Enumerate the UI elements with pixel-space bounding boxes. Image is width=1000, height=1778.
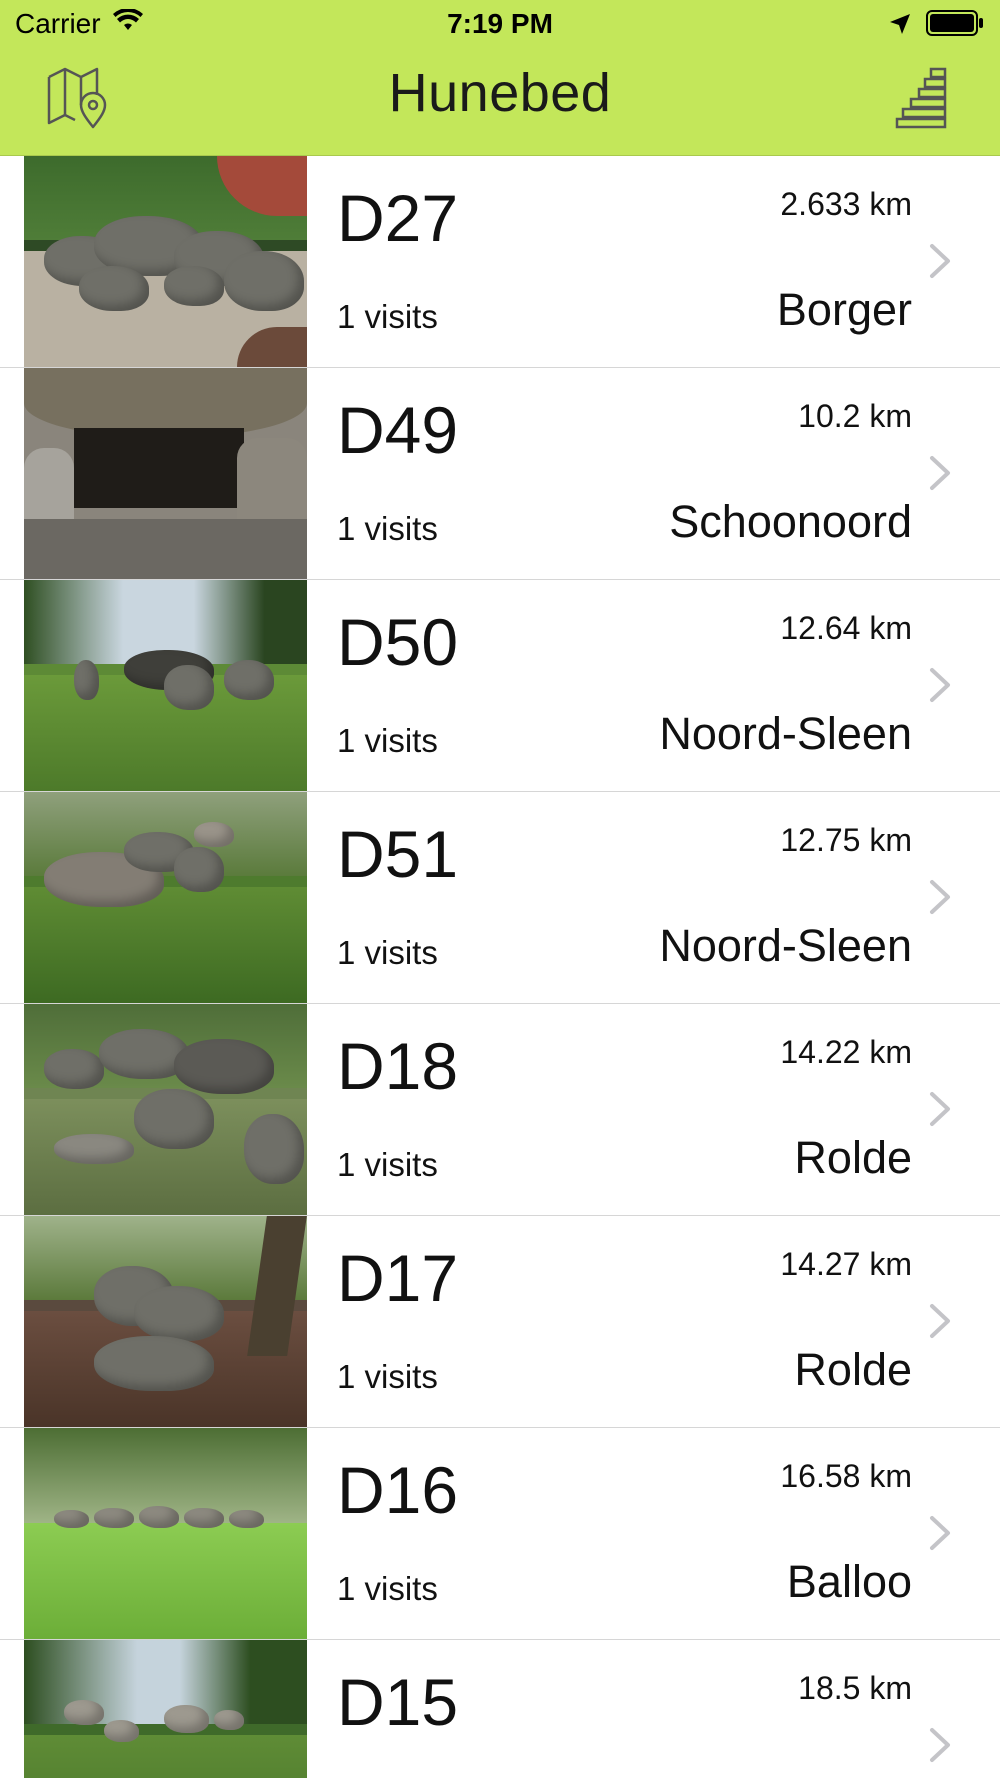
visits-count: 1 visits [337,934,438,971]
hunebed-photo [24,368,307,579]
hunebed-name: D15 [337,1665,459,1739]
list-item[interactable]: D15 18.5 km [0,1640,1000,1778]
place-label: Noord-Sleen [659,708,912,759]
chevron-right-icon [924,1726,954,1764]
chevron-right-icon [924,1090,954,1128]
hunebed-photo [24,1004,307,1215]
place-label: Schoonoord [669,496,912,547]
list-item[interactable]: D27 1 visits 2.633 km Borger [0,156,1000,368]
hunebed-name: D16 [337,1453,459,1527]
battery-icon [926,10,984,43]
stairs-button[interactable] [888,66,958,132]
distance-label: 16.58 km [780,1458,912,1494]
distance-label: 12.75 km [780,822,912,858]
distance-label: 14.27 km [780,1246,912,1282]
hunebed-photo [24,1216,307,1427]
status-time: 7:19 PM [447,8,553,39]
location-arrow-icon [888,11,912,43]
distance-label: 10.2 km [798,398,912,434]
hunebed-list: D27 1 visits 2.633 km Borger D49 1 visit… [0,156,1000,1778]
hunebed-photo [24,792,307,1003]
hunebed-name: D50 [337,605,459,679]
app-screen: Carrier 7:19 PM Hunebed D27 1 visits 2.6… [0,0,1000,1778]
chevron-right-icon [924,454,954,492]
hunebed-name: D18 [337,1029,459,1103]
list-item[interactable]: D18 1 visits 14.22 km Rolde [0,1004,1000,1216]
hunebed-name: D27 [337,181,459,255]
navigation-bar: Carrier 7:19 PM Hunebed [0,0,1000,156]
place-label: Noord-Sleen [659,920,912,971]
chevron-right-icon [924,1514,954,1552]
visits-count: 1 visits [337,1570,438,1607]
hunebed-photo [24,580,307,791]
distance-label: 18.5 km [798,1670,912,1706]
list-item[interactable]: D51 1 visits 12.75 km Noord-Sleen [0,792,1000,1004]
list-item[interactable]: D16 1 visits 16.58 km Balloo [0,1428,1000,1640]
list-item[interactable]: D50 1 visits 12.64 km Noord-Sleen [0,580,1000,792]
distance-label: 2.633 km [780,186,912,222]
stairs-icon [895,65,951,134]
place-label: Borger [776,284,912,335]
visits-count: 1 visits [337,722,438,759]
hunebed-name: D17 [337,1241,459,1315]
list-item[interactable]: D17 1 visits 14.27 km Rolde [0,1216,1000,1428]
hunebed-name: D49 [337,393,459,467]
visits-count: 1 visits [337,298,438,335]
distance-label: 12.64 km [780,610,912,646]
status-bar: Carrier 7:19 PM [0,0,1000,50]
place-label: Rolde [794,1132,912,1183]
chevron-right-icon [924,878,954,916]
chevron-right-icon [924,666,954,704]
hunebed-photo [24,1428,307,1639]
place-label: Rolde [794,1344,912,1395]
visits-count: 1 visits [337,510,438,547]
hunebed-photo [24,1640,307,1778]
list-item[interactable]: D49 1 visits 10.2 km Schoonoord [0,368,1000,580]
visits-count: 1 visits [337,1146,438,1183]
page-title: Hunebed [388,63,612,123]
place-label: Balloo [786,1556,912,1607]
visits-count: 1 visits [337,1358,438,1395]
chevron-right-icon [924,1302,954,1340]
chevron-right-icon [924,242,954,280]
distance-label: 14.22 km [780,1034,912,1070]
hunebed-photo [24,156,307,367]
status-right [888,10,984,43]
hunebed-name: D51 [337,817,459,891]
